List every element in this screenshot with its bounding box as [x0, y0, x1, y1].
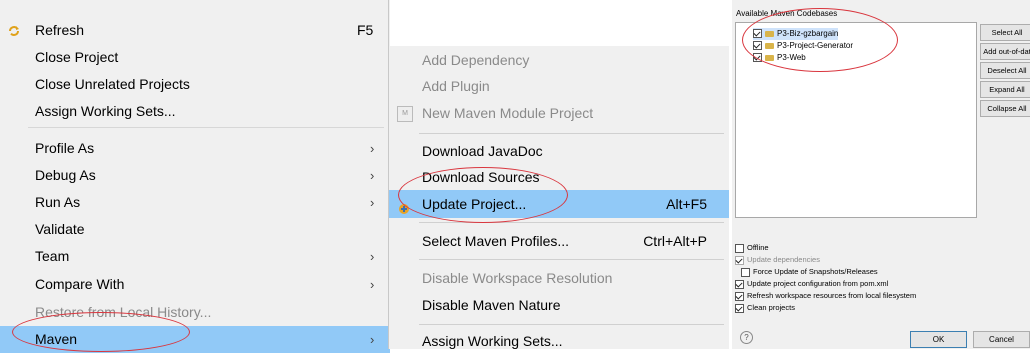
- menu-item-label: Team: [35, 248, 70, 264]
- menu-item-label: Add Dependency: [422, 52, 530, 68]
- menu-item-update-project[interactable]: Update Project... Alt+F5: [389, 190, 729, 218]
- menu-item-assign-working-sets-maven[interactable]: Assign Working Sets...: [389, 327, 729, 355]
- menu-separator: [419, 324, 724, 325]
- codebase-node[interactable]: P3-Project-Generator: [753, 40, 853, 52]
- menu-item-select-maven-profiles[interactable]: Select Maven Profiles... Ctrl+Alt+P: [389, 227, 729, 255]
- checkbox-icon[interactable]: [741, 267, 750, 277]
- menu-item-download-sources[interactable]: Download Sources: [389, 163, 729, 191]
- update-dependencies-option[interactable]: Update dependencies: [735, 254, 820, 265]
- menu-separator: [419, 259, 724, 260]
- menu-item-close-unrelated-projects[interactable]: Close Unrelated Projects: [0, 71, 390, 98]
- menu-item-download-javadoc[interactable]: Download JavaDoc: [389, 137, 729, 165]
- project-context-menu: Refresh F5 Close Project Close Unrelated …: [0, 0, 390, 353]
- menu-item-label: Close Project: [35, 49, 119, 65]
- menu-item-compare-with[interactable]: Compare With ›: [0, 271, 390, 298]
- menu-item-new-maven-module[interactable]: New Maven Module Project: [389, 99, 729, 127]
- menu-item-label: Restore from Local History...: [35, 304, 212, 320]
- menu-item-label: Download Sources: [422, 169, 540, 185]
- menu-item-validate[interactable]: Validate: [0, 216, 390, 243]
- submenu-arrow-icon: ›: [370, 141, 375, 156]
- submenu-arrow-icon: ›: [370, 168, 375, 183]
- codebase-node[interactable]: P3-Web: [753, 52, 806, 64]
- menu-item-label: Disable Workspace Resolution: [422, 270, 613, 286]
- force-update-option[interactable]: Force Update of Snapshots/Releases: [741, 266, 878, 277]
- menu-item-label: Debug As: [35, 167, 96, 183]
- refresh-workspace-option[interactable]: Refresh workspace resources from local f…: [735, 290, 916, 301]
- deselect-all-button[interactable]: Deselect All: [980, 62, 1030, 79]
- add-out-of-date-button[interactable]: Add out-of-dat: [980, 43, 1030, 60]
- checkbox-icon[interactable]: [753, 53, 762, 63]
- menu-item-shortcut: F5: [357, 22, 374, 38]
- ok-button[interactable]: OK: [910, 331, 967, 348]
- checkbox-icon[interactable]: [753, 41, 762, 51]
- codebase-label: P3-Project-Generator: [777, 41, 854, 50]
- option-label: Force Update of Snapshots/Releases: [753, 267, 878, 276]
- menu-item-label: Add Plugin: [422, 78, 490, 94]
- menu-item-label: Assign Working Sets...: [422, 333, 563, 349]
- codebase-label: P3-Web: [777, 53, 806, 62]
- menu-item-shortcut: Ctrl+Alt+P: [643, 233, 707, 249]
- update-project-icon: [397, 197, 411, 214]
- menu-separator: [419, 222, 724, 223]
- menu-item-team[interactable]: Team ›: [0, 243, 390, 270]
- checkbox-icon[interactable]: [735, 255, 744, 265]
- menu-item-run-as[interactable]: Run As ›: [0, 189, 390, 216]
- option-label: Update project configuration from pom.xm…: [747, 279, 889, 288]
- option-label: Refresh workspace resources from local f…: [747, 291, 917, 300]
- expand-all-button[interactable]: Expand All: [980, 81, 1030, 98]
- cancel-button[interactable]: Cancel: [973, 331, 1030, 348]
- checkbox-icon[interactable]: [735, 291, 744, 301]
- checkbox-icon[interactable]: [735, 303, 744, 313]
- submenu-arrow-icon: ›: [370, 249, 375, 264]
- checkbox-icon[interactable]: [735, 243, 744, 253]
- option-label: Update dependencies: [747, 255, 820, 264]
- codebases-title: Available Maven Codebases: [736, 9, 838, 18]
- menu-separator: [419, 133, 724, 134]
- menu-item-label: Refresh: [35, 22, 85, 38]
- menu-item-profile-as[interactable]: Profile As ›: [0, 135, 390, 162]
- menu-item-label: Run As: [35, 194, 81, 210]
- collapse-all-button[interactable]: Collapse All: [980, 100, 1030, 117]
- option-label: Offline: [747, 243, 769, 252]
- menu-item-refresh[interactable]: Refresh F5: [0, 17, 390, 44]
- checkbox-icon[interactable]: [735, 279, 744, 289]
- menu-item-disable-maven-nature[interactable]: Disable Maven Nature: [389, 291, 729, 319]
- codebase-node[interactable]: P3-Biz-gzbargain: [753, 28, 839, 40]
- menu-item-label: Download JavaDoc: [422, 143, 543, 159]
- menu-item-label: Profile As: [35, 140, 95, 156]
- offline-option[interactable]: Offline: [735, 242, 769, 253]
- update-maven-project-dialog: Available Maven Codebases P3-Biz-gzbarga…: [732, 0, 1030, 349]
- update-config-option[interactable]: Update project configuration from pom.xm…: [735, 278, 888, 289]
- menu-item-disable-workspace-resolution[interactable]: Disable Workspace Resolution: [389, 264, 729, 292]
- menu-item-add-dependency[interactable]: Add Dependency: [389, 46, 729, 74]
- submenu-arrow-icon: ›: [370, 277, 375, 292]
- menu-item-debug-as[interactable]: Debug As ›: [0, 162, 390, 189]
- submenu-arrow-icon: ›: [370, 195, 375, 210]
- menu-item-add-plugin[interactable]: Add Plugin: [389, 72, 729, 100]
- menu-separator: [28, 127, 384, 128]
- codebase-label: P3-Biz-gzbargain: [777, 29, 839, 38]
- select-all-button[interactable]: Select All: [980, 24, 1030, 41]
- menu-item-label: Assign Working Sets...: [35, 103, 176, 119]
- project-folder-icon: [765, 30, 774, 37]
- menu-item-shortcut: Alt+F5: [666, 196, 707, 212]
- codebases-tree[interactable]: P3-Biz-gzbargain P3-Project-Generator P3…: [735, 22, 977, 218]
- checkbox-icon[interactable]: [753, 29, 762, 39]
- project-folder-icon: [765, 42, 774, 49]
- menu-item-label: Validate: [35, 221, 85, 237]
- menu-item-label: Compare With: [35, 276, 125, 292]
- help-icon[interactable]: ?: [740, 331, 753, 344]
- project-folder-icon: [765, 54, 774, 61]
- menu-item-label: Update Project...: [422, 196, 527, 212]
- menu-item-assign-working-sets[interactable]: Assign Working Sets...: [0, 98, 390, 125]
- option-label: Clean projects: [747, 303, 795, 312]
- menu-item-label: New Maven Module Project: [422, 105, 594, 121]
- menu-item-label: Select Maven Profiles...: [422, 233, 570, 249]
- menu-item-label: Close Unrelated Projects: [35, 76, 190, 92]
- clean-projects-option[interactable]: Clean projects: [735, 302, 795, 313]
- menu-item-close-project[interactable]: Close Project: [0, 44, 390, 71]
- menu-item-label: Disable Maven Nature: [422, 297, 561, 313]
- maven-submenu: Add Dependency Add Plugin M New Maven Mo…: [388, 46, 729, 349]
- menu-item-restore-local-history[interactable]: Restore from Local History...: [0, 299, 390, 326]
